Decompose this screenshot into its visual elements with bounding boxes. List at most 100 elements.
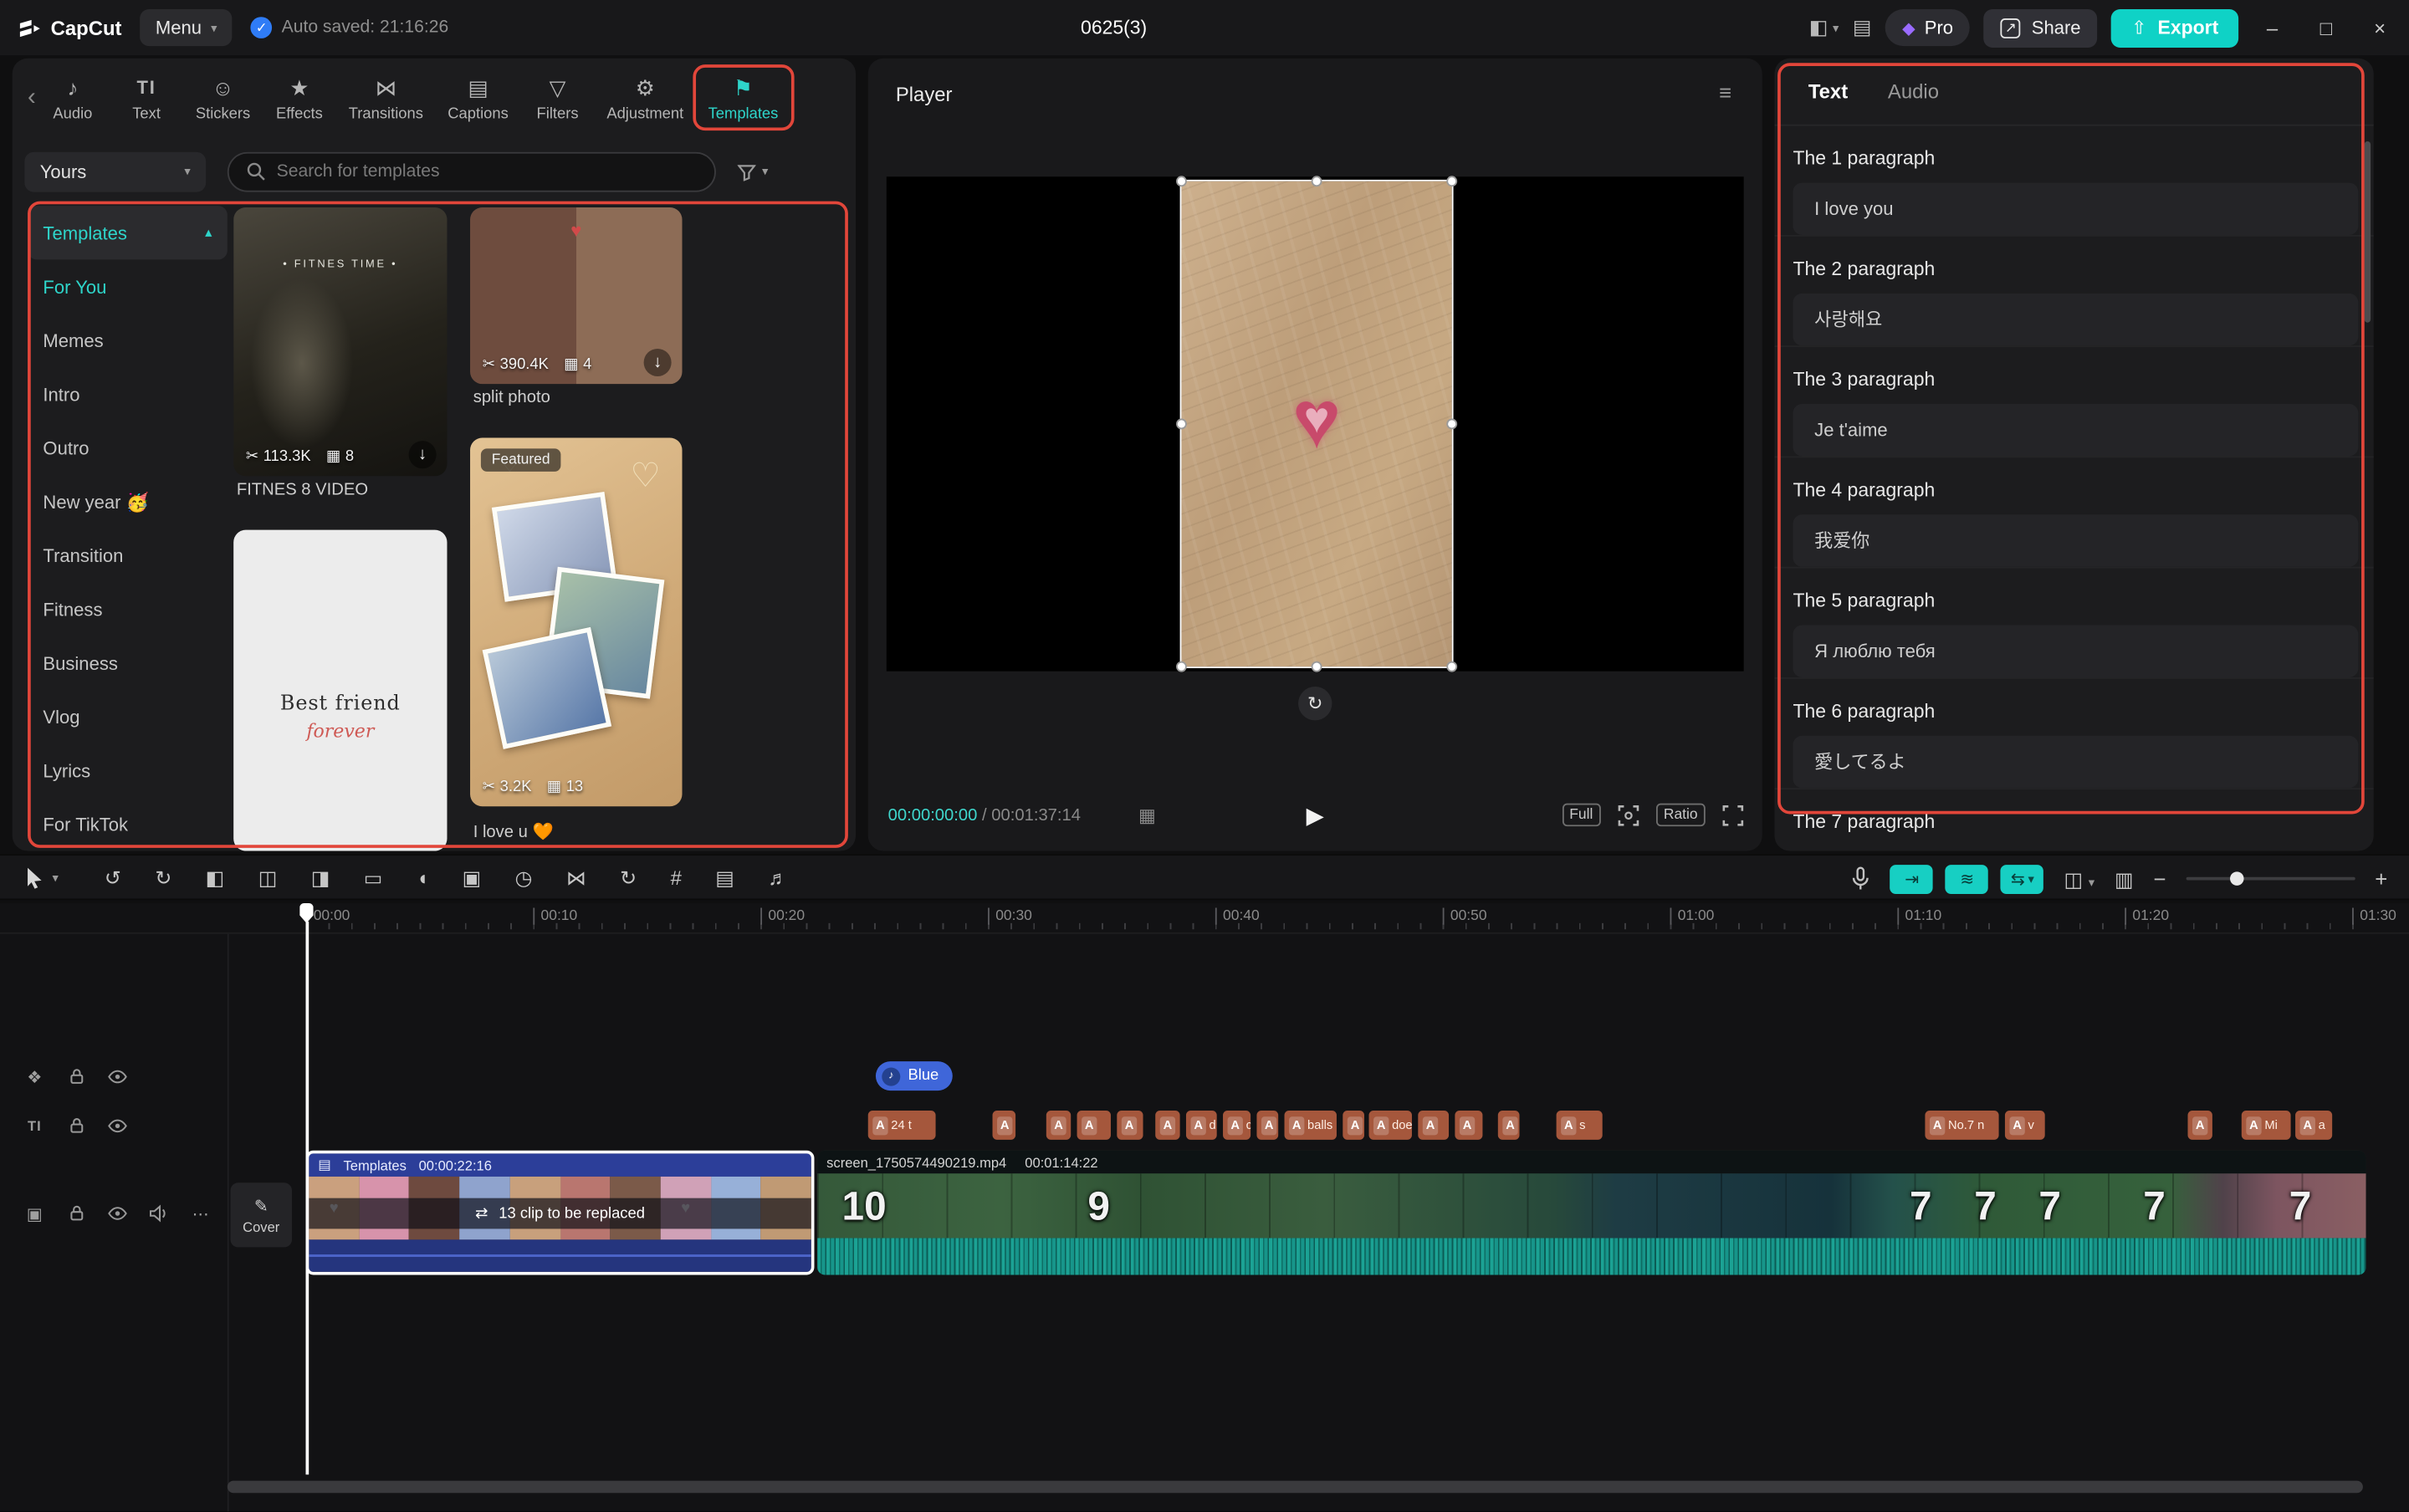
tab-audio[interactable]: Audio bbox=[1888, 80, 1939, 104]
text-clip[interactable]: ANo.7 n bbox=[1925, 1111, 1998, 1140]
speaker-icon[interactable] bbox=[149, 1204, 169, 1223]
download-button[interactable]: ↓ bbox=[409, 441, 437, 468]
media-tab-adjustment[interactable]: ⚙Adjustment bbox=[601, 74, 690, 122]
selection-handle[interactable] bbox=[1312, 662, 1322, 672]
selection-handle[interactable] bbox=[1176, 419, 1187, 430]
mirror-tool[interactable]: ⋈ bbox=[566, 867, 586, 887]
text-clip[interactable]: A bbox=[1117, 1111, 1143, 1140]
selection-handle[interactable] bbox=[1176, 176, 1187, 186]
category-new-year[interactable]: New year 🥳 bbox=[28, 475, 228, 529]
category-for-tiktok[interactable]: For TikTok bbox=[28, 797, 228, 850]
media-tab-text[interactable]: TIText bbox=[115, 74, 176, 122]
media-tab-transitions[interactable]: ⋈Transitions bbox=[342, 74, 429, 122]
collapse-panel-button[interactable]: ‹ bbox=[28, 84, 36, 112]
media-tab-stickers[interactable]: ☺Stickers bbox=[190, 74, 257, 122]
eye-icon[interactable] bbox=[108, 1118, 128, 1133]
split-tool[interactable]: ◫ bbox=[258, 867, 278, 887]
mask-tool[interactable]: ◖ bbox=[417, 867, 428, 887]
pro-badge[interactable]: ◆ Pro bbox=[1885, 9, 1970, 46]
category-templates[interactable]: Templates▴ bbox=[28, 206, 228, 259]
auto-arrange-toggle[interactable]: ≋ bbox=[1946, 864, 1988, 893]
text-clip[interactable]: A bbox=[1077, 1111, 1111, 1140]
text-clip[interactable]: A bbox=[2188, 1111, 2212, 1140]
selection-handle[interactable] bbox=[1312, 176, 1322, 186]
search-input[interactable] bbox=[277, 162, 698, 181]
text-clip[interactable]: A bbox=[1155, 1111, 1179, 1140]
fit-screen-icon[interactable] bbox=[1618, 805, 1639, 826]
category-lyrics[interactable]: Lyrics bbox=[28, 743, 228, 797]
speed-tool[interactable]: ◷ bbox=[515, 867, 533, 887]
link-toggle[interactable]: ⇆▾ bbox=[2001, 864, 2043, 893]
preview-quality-icon[interactable]: ▥ bbox=[2115, 869, 2134, 889]
text-clip[interactable]: AMi bbox=[2242, 1111, 2291, 1140]
panel-scrollbar[interactable] bbox=[2365, 141, 2371, 323]
full-button[interactable]: Full bbox=[1562, 804, 1600, 827]
category-fitness[interactable]: Fitness bbox=[28, 582, 228, 636]
selection-handle[interactable] bbox=[1176, 662, 1187, 672]
selection-handle[interactable] bbox=[1446, 176, 1457, 186]
timeline-zoom-slider[interactable] bbox=[2186, 877, 2355, 881]
zoom-out-button[interactable]: − bbox=[2153, 866, 2166, 891]
paragraph-input[interactable]: Я люблю тебя bbox=[1793, 626, 2358, 677]
media-tab-captions[interactable]: ▤Captions bbox=[442, 74, 514, 122]
panel-layout-icon[interactable]: ▤ bbox=[1853, 15, 1872, 39]
paragraph-input[interactable]: 愛してるよ bbox=[1793, 736, 2358, 788]
category-business[interactable]: Business bbox=[28, 636, 228, 689]
delete-left-tool[interactable]: ◧ bbox=[206, 867, 225, 887]
workspace-layout-icon[interactable]: ◧▾ bbox=[1809, 15, 1839, 39]
media-tab-filters[interactable]: ▽Filters bbox=[527, 74, 588, 122]
crop-tool[interactable]: # bbox=[671, 867, 682, 887]
caption-tool[interactable]: ▤ bbox=[715, 867, 734, 887]
play-button[interactable]: ▶ bbox=[1307, 802, 1324, 830]
download-button[interactable]: ↓ bbox=[644, 349, 672, 376]
trim-tool[interactable]: ▭ bbox=[364, 867, 383, 887]
paragraph-input[interactable]: 사랑해요 bbox=[1793, 294, 2358, 345]
eye-icon[interactable] bbox=[108, 1069, 128, 1084]
extract-audio-tool[interactable]: ♬ bbox=[768, 867, 788, 887]
category-vlog[interactable]: Vlog bbox=[28, 690, 228, 743]
playhead[interactable] bbox=[298, 903, 315, 1474]
more-options-icon[interactable]: ⋯ bbox=[191, 1203, 211, 1223]
text-clip[interactable]: A24 t bbox=[868, 1111, 936, 1140]
template-clip[interactable]: ▤ Templates 00:00:22:16 ♥♥ ⇄ 13 clip to … bbox=[306, 1151, 815, 1275]
video-preview[interactable]: ♥♥ bbox=[1180, 180, 1454, 668]
text-clip[interactable]: Aballs c bbox=[1285, 1111, 1337, 1140]
paragraph-input[interactable]: 我爱你 bbox=[1793, 514, 2358, 566]
close-button[interactable]: × bbox=[2360, 16, 2400, 39]
voiceover-mic-icon[interactable] bbox=[1852, 866, 1870, 891]
share-button[interactable]: ↗ Share bbox=[1984, 8, 2098, 47]
text-clip[interactable]: A bbox=[993, 1111, 1016, 1140]
timeline-scrollbar[interactable] bbox=[228, 1481, 2363, 1494]
text-clip[interactable]: Aa bbox=[2295, 1111, 2332, 1140]
text-clip[interactable]: Av bbox=[2005, 1111, 2045, 1140]
filter-button[interactable]: ▾ bbox=[738, 162, 769, 181]
zoom-in-button[interactable]: + bbox=[2375, 866, 2387, 891]
fullscreen-icon[interactable] bbox=[1722, 805, 1744, 826]
delete-right-tool[interactable]: ◨ bbox=[311, 867, 330, 887]
speaker-badge[interactable]: ♪ Blue bbox=[876, 1061, 953, 1091]
select-tool[interactable]: ▾ bbox=[24, 866, 58, 889]
maximize-button[interactable]: □ bbox=[2306, 16, 2346, 39]
minimize-button[interactable]: – bbox=[2253, 16, 2293, 39]
category-transition[interactable]: Transition bbox=[28, 529, 228, 582]
text-clip[interactable]: A bbox=[1498, 1111, 1520, 1140]
overlay-tool[interactable]: ▣ bbox=[463, 867, 482, 887]
text-clip[interactable]: Ac bbox=[1223, 1111, 1251, 1140]
playhead-handle[interactable] bbox=[299, 903, 314, 923]
ratio-button[interactable]: Ratio bbox=[1656, 804, 1706, 827]
text-clip[interactable]: A bbox=[1256, 1111, 1278, 1140]
undo-tool[interactable]: ↺ bbox=[105, 867, 121, 887]
template-searchbar[interactable] bbox=[228, 151, 716, 192]
selection-handle[interactable] bbox=[1446, 419, 1457, 430]
text-clip[interactable]: Adoe bbox=[1369, 1111, 1412, 1140]
snap-toggle[interactable]: ⇥ bbox=[1890, 864, 1933, 893]
selection-handle[interactable] bbox=[1446, 662, 1457, 672]
eye-icon[interactable] bbox=[108, 1206, 128, 1221]
frame-view-icon[interactable]: ▦ bbox=[1138, 805, 1156, 826]
category-for-you[interactable]: For You bbox=[28, 259, 228, 313]
text-clip[interactable]: A bbox=[1046, 1111, 1071, 1140]
template-card-split-photo[interactable]: ✂390.4K ▦4 ↓ bbox=[470, 207, 682, 384]
text-clip[interactable]: A bbox=[1343, 1111, 1364, 1140]
template-card-i-love-u[interactable]: ♡ ♡ Featured ✂3.2K ▦13 bbox=[470, 437, 682, 806]
menu-button[interactable]: Menu ▾ bbox=[141, 9, 233, 46]
